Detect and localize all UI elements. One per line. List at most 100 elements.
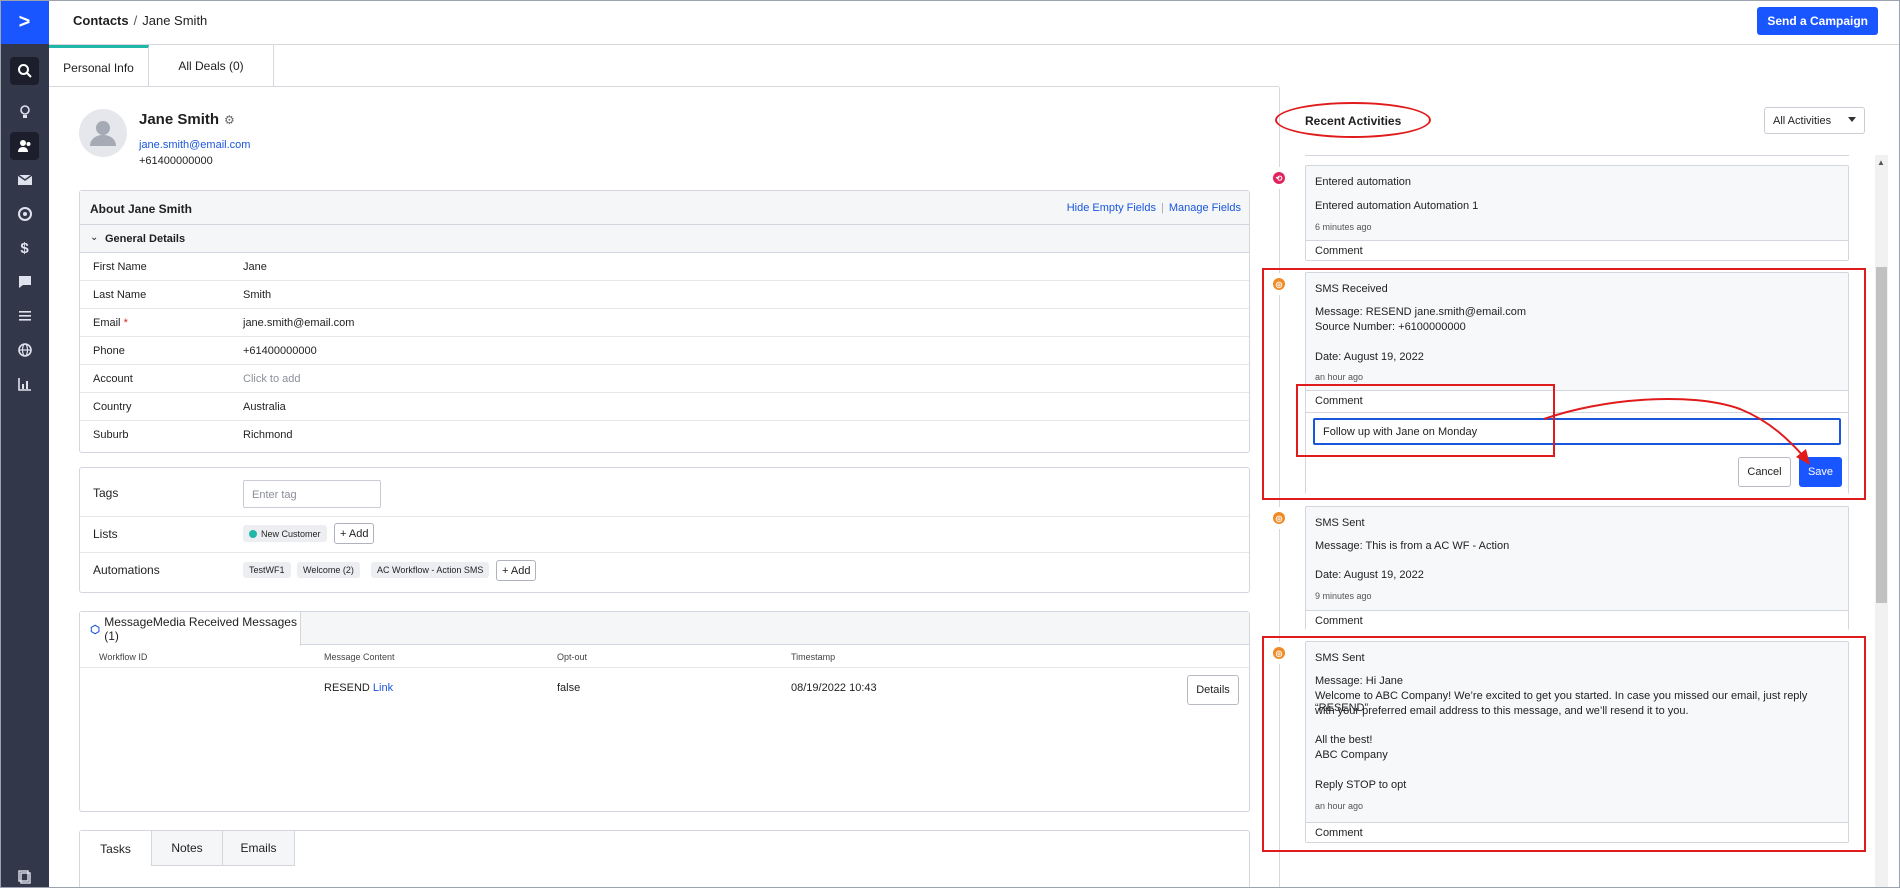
activity-text: Source Number: +6100000000 [1315,321,1466,333]
sms-activity-icon: ◎ [1268,642,1290,664]
timestamp-value: 08/19/2022 10:43 [791,682,877,694]
tab-notes[interactable]: Notes [152,831,223,866]
tab-all-deals[interactable]: All Deals (0) [149,45,274,87]
breadcrumb-contacts[interactable]: Contacts [73,13,129,28]
tab-personal-info[interactable]: Personal Info [49,45,149,87]
tag-input[interactable]: Enter tag [243,480,381,508]
field-row: Account Click to add [80,365,1249,393]
field-row: Phone +61400000000 [80,337,1249,365]
automation-chip[interactable]: AC Workflow - Action SMS [371,562,490,578]
field-value-placeholder[interactable]: Click to add [243,373,300,385]
list-icon[interactable] [10,302,39,330]
activity-text: Message: Hi Jane [1315,675,1404,687]
list-chip[interactable]: New Customer [243,525,327,542]
tags-label: Tags [93,486,119,500]
logo-icon[interactable]: > [0,0,49,44]
contact-tabs: Personal Info All Deals (0) [49,45,1279,87]
comment-link[interactable]: Comment [1306,240,1848,260]
tab-emails[interactable]: Emails [223,831,295,866]
target-icon: ◎ [1273,647,1285,659]
activities-filter-value: All Activities [1773,115,1832,127]
contacts-icon[interactable] [10,132,39,160]
field-label-text: Email [93,317,121,329]
comment-link[interactable]: Comment [1306,822,1848,842]
breadcrumb: Contacts / Jane Smith [73,13,207,28]
automation-activity-icon: ⟲ [1268,167,1290,189]
add-list-button[interactable]: + Add [334,523,375,544]
field-label: Email * [93,317,128,329]
field-row: Country Australia [80,393,1249,421]
field-value[interactable]: Jane [243,261,267,273]
field-value[interactable]: +61400000000 [243,345,317,357]
automation-chip[interactable]: Welcome (2) [297,562,360,578]
general-details-header[interactable]: ⌄ General Details [80,225,1249,253]
tags-lists-card: Tags Enter tag Lists New Customer + Add … [79,467,1250,593]
about-title: About Jane Smith [90,202,193,216]
field-label: Phone [93,345,125,357]
annotation-box [1296,384,1555,457]
field-label: Account [93,373,133,385]
scroll-up-icon[interactable]: ▲ [1877,158,1885,167]
messagemedia-header: MessageMedia Received Messages (1) [80,612,1249,646]
field-value[interactable]: Smith [243,289,271,301]
annotation-oval [1275,102,1431,138]
tab-tasks[interactable]: Tasks [80,831,152,866]
sms-activity-icon: ◎ [1268,273,1290,295]
activity-item: Entered automation Entered automation Au… [1305,165,1849,261]
left-nav-rail: > $ [0,0,49,888]
gear-icon[interactable]: ⚙ [224,113,235,127]
contact-email-link[interactable]: jane.smith@email.com [139,139,250,151]
column-header: Workflow ID [99,652,148,662]
email-icon[interactable] [10,166,39,194]
details-button[interactable]: Details [1187,675,1239,705]
reports-icon[interactable] [10,370,39,398]
breadcrumb-separator: / [133,13,138,28]
message-content: RESEND Link [324,682,393,694]
messagemedia-tab[interactable]: MessageMedia Received Messages (1) [80,612,301,646]
field-label: Suburb [93,429,129,441]
breadcrumb-current: Jane Smith [142,13,208,28]
send-campaign-button[interactable]: Send a Campaign [1757,7,1878,35]
field-label: Country [93,401,132,413]
messagemedia-tab-label: MessageMedia Received Messages (1) [104,615,297,643]
field-value[interactable]: Australia [243,401,286,413]
divider [1305,155,1849,156]
messagemedia-card: MessageMedia Received Messages (1) Workf… [79,611,1250,812]
field-row: First Name Jane [80,253,1249,281]
column-header: Timestamp [791,652,836,662]
activity-title: SMS Received [1315,283,1388,295]
chat-icon[interactable] [10,268,39,296]
field-row: Suburb Richmond [80,421,1249,449]
activity-text: Reply STOP to opt [1315,779,1407,791]
field-value[interactable]: jane.smith@email.com [243,317,354,329]
copy-icon[interactable] [10,868,39,886]
search-icon[interactable] [10,57,39,85]
message-link[interactable]: Link [373,682,393,694]
sms-activity-icon: ◎ [1268,507,1290,529]
field-value[interactable]: Richmond [243,429,293,441]
link-divider: | [1160,202,1164,214]
scrollbar-thumb[interactable] [1876,267,1887,603]
dollar-icon[interactable]: $ [10,234,39,262]
check-icon [249,529,257,538]
contact-phone: +61400000000 [139,155,213,167]
message-text: RESEND [324,682,370,694]
activity-title: SMS Sent [1315,517,1365,529]
chevron-down-icon: ⌄ [90,232,99,243]
tasks-card: Tasks Notes Emails [79,830,1250,888]
globe-icon[interactable] [10,336,39,364]
hide-empty-fields-link[interactable]: Hide Empty Fields [1067,202,1156,214]
automation-chip[interactable]: TestWF1 [243,562,291,578]
manage-fields-link[interactable]: Manage Fields [1169,202,1241,214]
automation-icon[interactable] [10,200,39,228]
add-automation-button[interactable]: + Add [496,560,537,581]
activities-filter-select[interactable]: All Activities [1764,107,1865,134]
comment-link[interactable]: Comment [1306,610,1848,630]
avatar [79,109,127,157]
lightbulb-icon[interactable] [10,98,39,126]
top-bar: Contacts / Jane Smith Send a Campaign [49,0,1900,45]
general-details-title: General Details [105,233,186,245]
refresh-icon: ⟲ [1273,172,1285,184]
cube-icon [90,624,100,634]
optout-value: false [557,682,581,694]
